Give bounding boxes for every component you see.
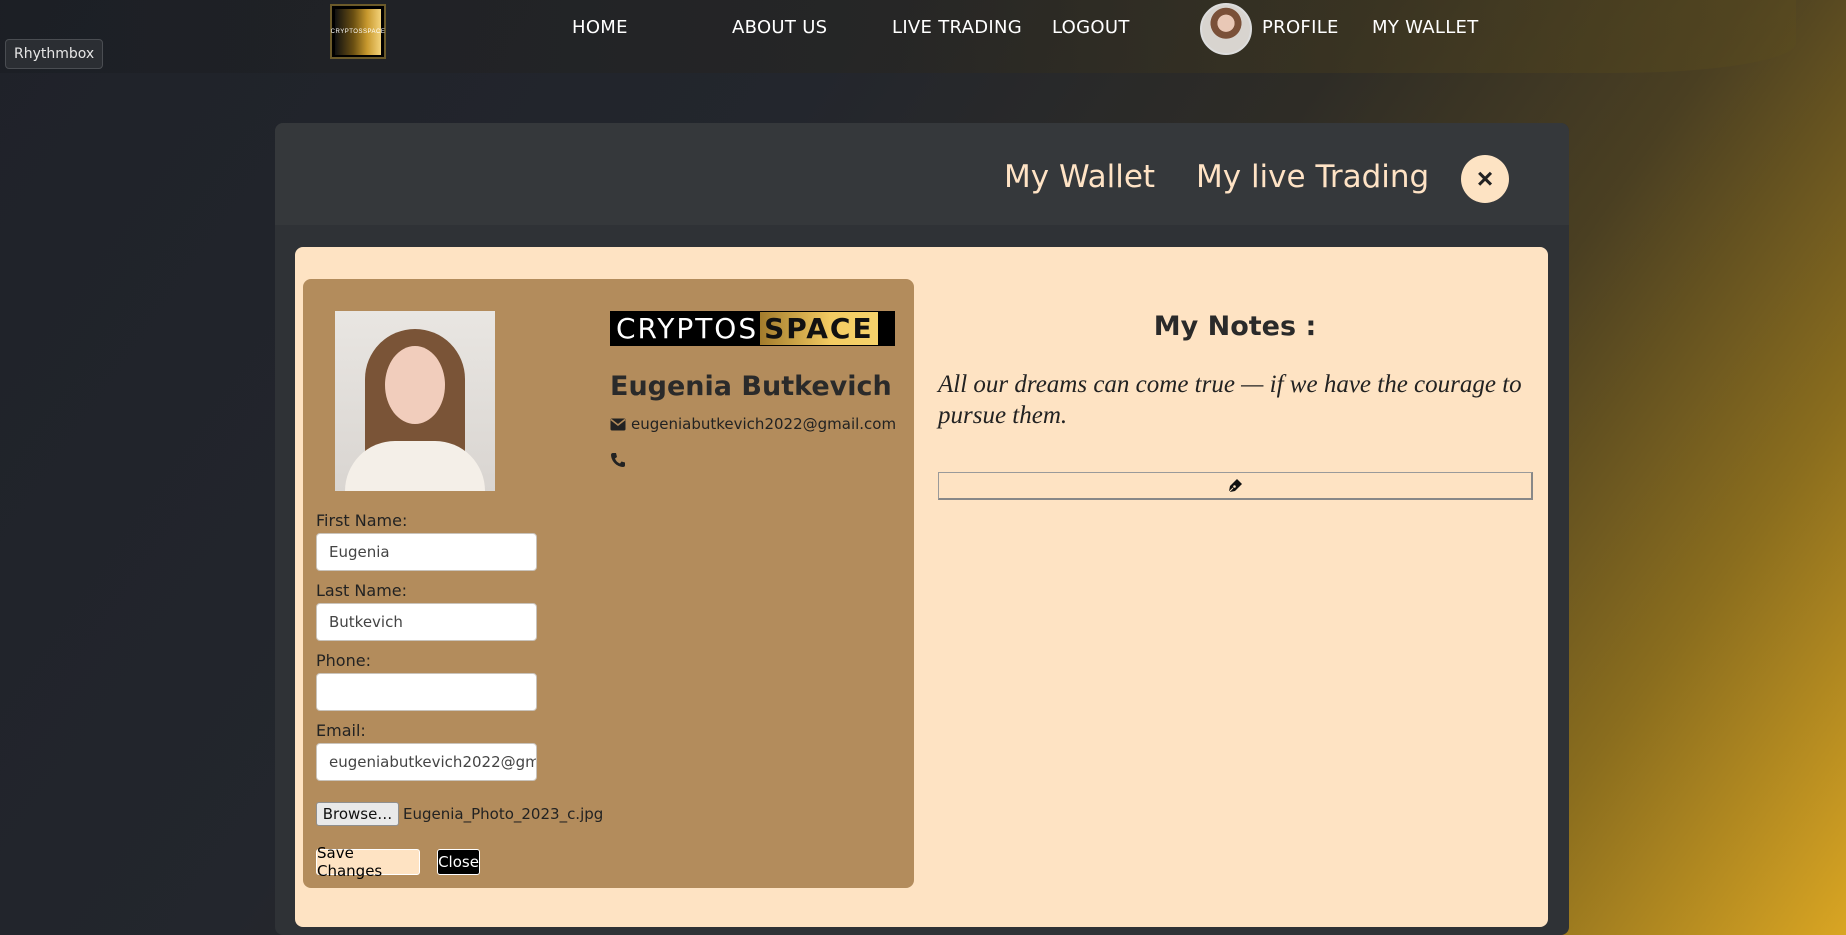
profile-email: eugeniabutkevich2022@gmail.com <box>610 415 896 433</box>
phone-input[interactable] <box>316 673 537 711</box>
email-label: Email: <box>316 721 366 740</box>
modal-content: First Name: Eugenia Last Name: Butkevich… <box>295 247 1548 927</box>
profile-phone <box>610 452 626 468</box>
close-button[interactable]: Close <box>437 849 480 875</box>
nav-my-wallet[interactable]: MY WALLET <box>1372 17 1479 38</box>
logo-text-cryptos: CRYPTOS <box>616 312 759 345</box>
profile-email-text: eugeniabutkevich2022@gmail.com <box>631 415 897 433</box>
logo-text-space: SPACE <box>760 312 878 345</box>
phone-icon <box>610 452 626 468</box>
notes-title: My Notes : <box>1153 311 1317 342</box>
nav-logout[interactable]: LOGOUT <box>1052 17 1130 38</box>
site-logo-text: CRYPTOSSPACE <box>331 8 385 55</box>
edit-notes-button[interactable] <box>938 472 1533 500</box>
nav-about-us[interactable]: ABOUT US <box>732 17 827 38</box>
nav-home[interactable]: HOME <box>572 17 628 38</box>
nav-profile[interactable]: PROFILE <box>1262 17 1339 38</box>
cryptospace-logo: CRYPTOS SPACE <box>610 311 895 346</box>
email-input[interactable]: eugeniabutkevich2022@gmail.com <box>316 743 537 781</box>
last-name-input[interactable]: Butkevich <box>316 603 537 641</box>
notes-text: All our dreams can come true — if we hav… <box>938 371 1522 429</box>
site-logo[interactable]: CRYPTOSSPACE <box>330 4 386 59</box>
pen-icon <box>1227 478 1243 494</box>
first-name-input[interactable]: Eugenia <box>316 533 537 571</box>
last-name-label: Last Name: <box>316 581 408 600</box>
nav-live-trading[interactable]: LIVE TRADING <box>892 17 1022 38</box>
profile-modal: My Wallet My live Trading × First Name: … <box>275 123 1569 935</box>
nav-avatar[interactable] <box>1200 3 1252 55</box>
profile-photo <box>335 311 495 491</box>
profile-card: First Name: Eugenia Last Name: Butkevich… <box>303 279 914 888</box>
modal-header: My Wallet My live Trading × <box>275 123 1569 225</box>
app-tooltip: Rhythmbox <box>5 39 104 69</box>
envelope-icon <box>610 418 626 431</box>
browse-button[interactable]: Browse… <box>316 802 399 826</box>
profile-full-name: Eugenia Butkevich <box>610 371 892 402</box>
save-changes-button[interactable]: Save Changes <box>316 844 420 880</box>
tab-my-live-trading[interactable]: My live Trading <box>1196 159 1429 195</box>
first-name-label: First Name: <box>316 511 408 530</box>
close-icon: × <box>1476 163 1494 194</box>
phone-label: Phone: <box>316 651 371 670</box>
tab-my-wallet[interactable]: My Wallet <box>1004 159 1155 195</box>
modal-close-button[interactable]: × <box>1461 155 1509 203</box>
selected-file-name: Eugenia_Photo_2023_c.jpg <box>403 805 604 823</box>
